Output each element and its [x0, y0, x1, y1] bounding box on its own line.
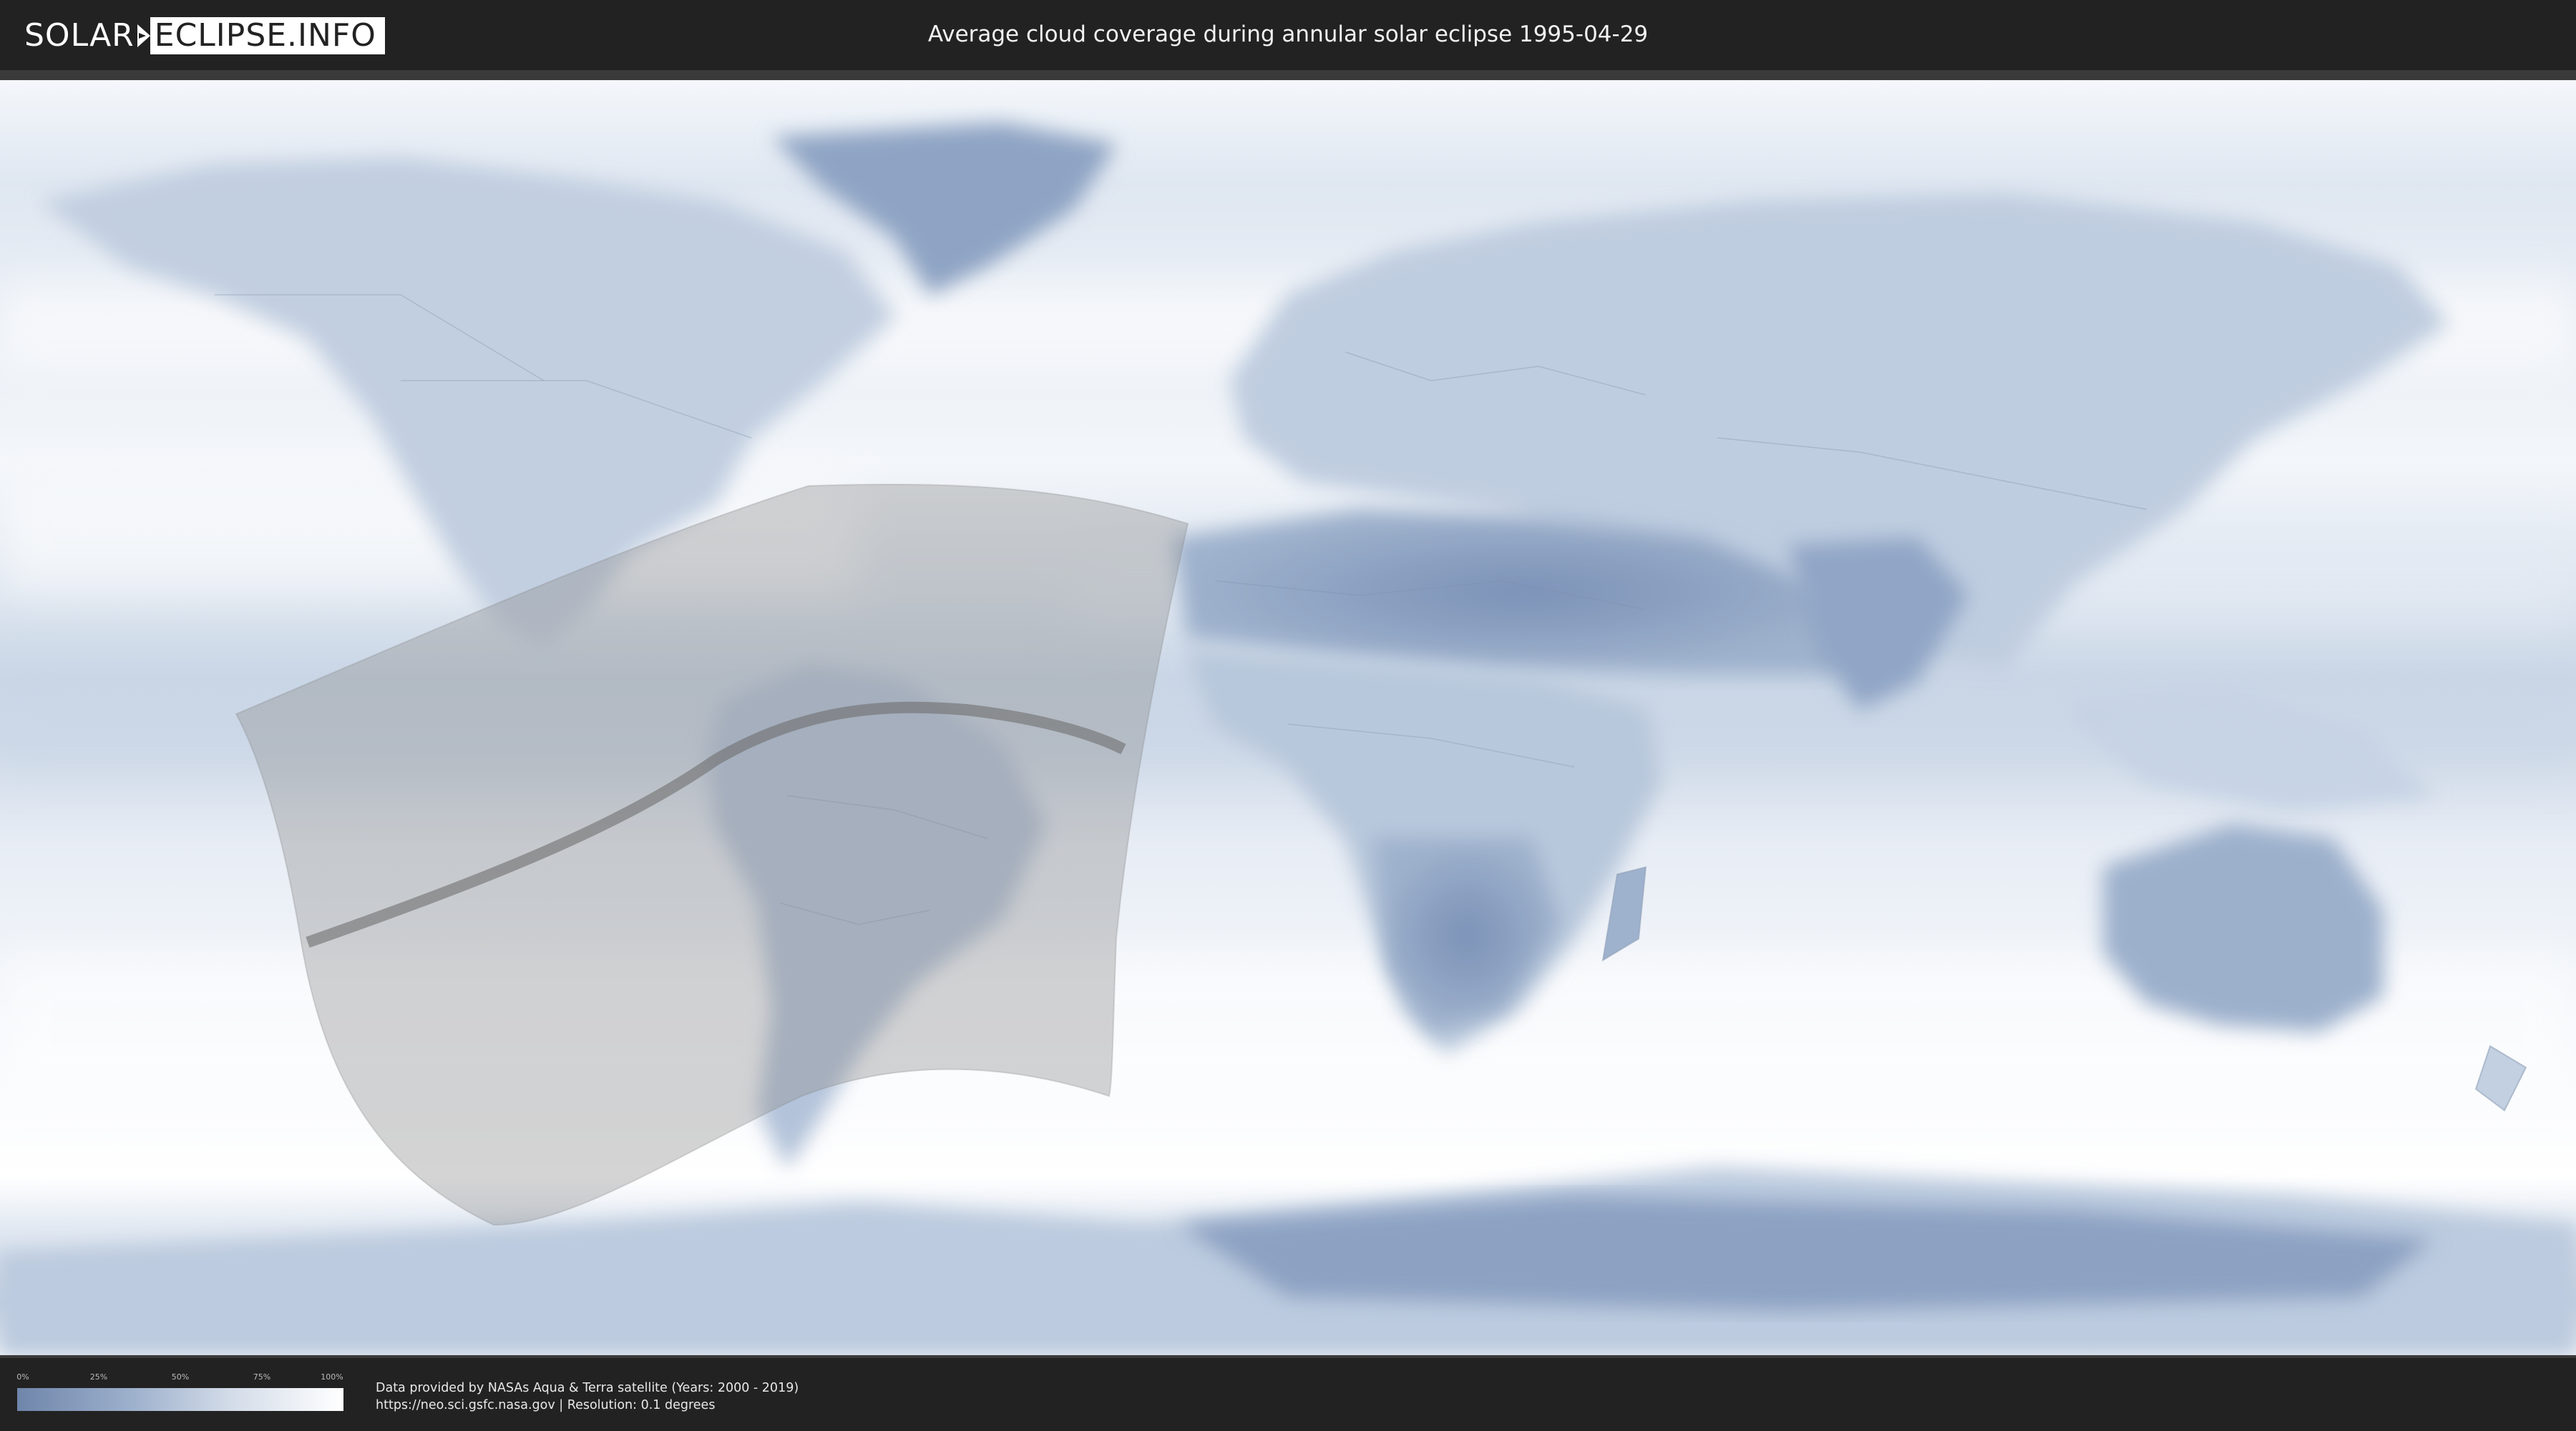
legend-tick-75: 75%	[253, 1372, 271, 1382]
legend-tick-25: 25%	[89, 1372, 108, 1382]
legend-tick-0: 0%	[16, 1372, 29, 1382]
australia-landmass	[2103, 823, 2384, 1033]
cloud-coverage-map[interactable]	[0, 80, 2576, 1355]
data-credits: Data provided by NASAs Aqua & Terra sate…	[376, 1379, 799, 1414]
map-canvas	[0, 80, 2576, 1355]
page-title: Average cloud coverage during annular so…	[927, 21, 1649, 47]
header-bar: SOLAR ECLIPSE.INFO Average cloud coverag…	[0, 0, 2576, 70]
credits-source-line: Data provided by NASAs Aqua & Terra sate…	[376, 1381, 799, 1395]
cloud-coverage-legend: 0% 25% 50% 75% 100%	[16, 1372, 343, 1415]
footer-bar: 0% 25% 50% 75% 100% Data provided by NAS…	[0, 1358, 2576, 1431]
credits-url-line[interactable]: https://neo.sci.gsfc.nasa.gov | Resoluti…	[376, 1397, 799, 1414]
legend-ticks: 0% 25% 50% 75% 100%	[16, 1372, 343, 1382]
legend-tick-100: 100%	[321, 1372, 343, 1382]
legend-tick-50: 50%	[171, 1372, 190, 1382]
legend-gradient-bar	[17, 1388, 343, 1411]
